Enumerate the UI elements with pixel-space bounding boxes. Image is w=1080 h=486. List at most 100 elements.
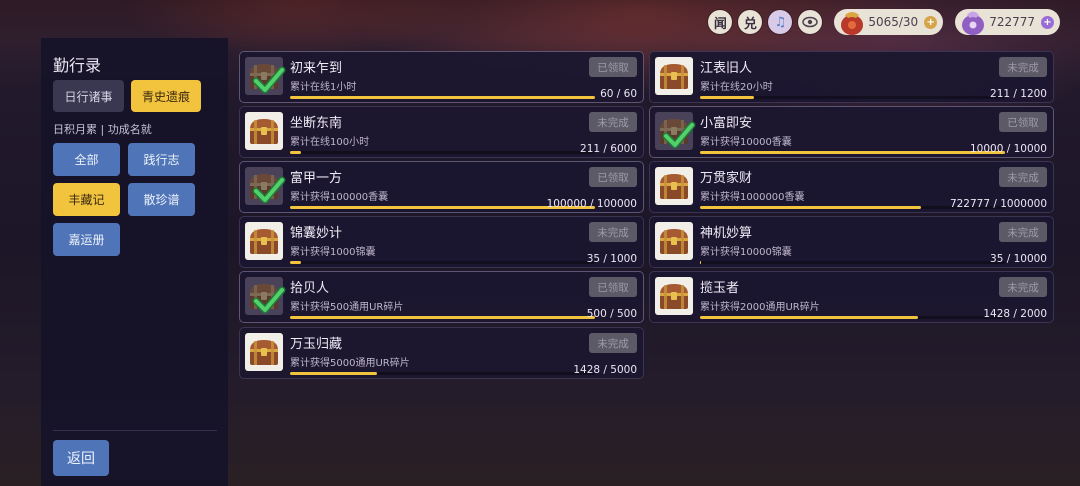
tab-daily[interactable]: 日行诸事 [53, 80, 124, 112]
panel-subtitle: 日积月累 | 功成名就 [53, 123, 152, 136]
progress-bar [290, 151, 595, 154]
progress-count: 35 / 10000 [990, 253, 1047, 265]
purse-icon [962, 11, 985, 35]
progress-bar [290, 96, 595, 99]
progress-fill [290, 372, 378, 375]
status-badge: 未完成 [999, 57, 1047, 77]
purse-count: 722777 [989, 15, 1035, 29]
progress-count: 60 / 60 [600, 88, 637, 100]
chest-icon [655, 57, 693, 95]
checkmark-icon [249, 59, 286, 94]
chest-icon [655, 222, 693, 260]
chest-icon [655, 277, 693, 315]
progress-bar [700, 96, 1005, 99]
chest-icon [655, 167, 693, 205]
category-fortune[interactable]: 嘉运册 [53, 223, 120, 256]
music-icon[interactable]: ♫ [768, 10, 793, 34]
redeem-button[interactable]: 兑 [738, 10, 763, 34]
progress-fill [290, 96, 595, 99]
progress-count: 1428 / 2000 [983, 308, 1047, 320]
progress-count: 100000 / 100000 [546, 198, 637, 210]
status-badge: 未完成 [589, 222, 637, 242]
category-practice[interactable]: 践行志 [128, 143, 195, 176]
achievement-card[interactable]: 神机妙算累计获得10000锦囊 未完成 35 / 10000 [649, 216, 1054, 268]
panel-title: 勤行录 [53, 56, 102, 75]
chest-icon [245, 277, 286, 315]
currency-sachet: 5065/30 + [834, 9, 944, 35]
achievement-card[interactable]: 揽玉者 累计获得2000通用UR碎片 未完成 1428 / 2000 [649, 271, 1054, 323]
achievement-card[interactable]: 万贯家财 累计获得1000000香囊 未完成 722777 / 1000000 [649, 161, 1054, 213]
news-button[interactable]: 闻 [708, 10, 733, 34]
progress-count: 211 / 1200 [990, 88, 1047, 100]
achievement-desc: 累计获得1000锦囊 [290, 247, 376, 258]
category-treasure[interactable]: 丰藏记 [53, 183, 120, 216]
achievement-card[interactable]: 拾贝人累计获得500通用UR碎片 已领取 500 / 500 [239, 271, 644, 323]
progress-fill [700, 96, 754, 99]
progress-fill [290, 151, 301, 154]
progress-bar [290, 316, 595, 319]
achievement-title: 锦囊妙计 [290, 226, 343, 241]
progress-fill [700, 206, 921, 209]
achievement-title: 神机妙算 [700, 226, 753, 241]
progress-bar [290, 261, 595, 264]
achievement-card[interactable]: 江表旧人 累计在线20小时 未完成 211 / 1200 [649, 51, 1054, 103]
achievement-desc: 累计在线1小时 [290, 82, 357, 93]
achievement-card[interactable]: 锦囊妙计 累计获得1000锦囊 未完成 35 / 1000 [239, 216, 644, 268]
status-badge: 未完成 [999, 167, 1047, 187]
progress-count: 722777 / 1000000 [949, 198, 1047, 210]
achievement-title: 万玉归藏 [290, 337, 343, 352]
tab-history[interactable]: 青史遗痕 [131, 80, 201, 112]
chest-icon [245, 222, 283, 260]
progress-fill [700, 261, 702, 264]
achievement-card[interactable]: 初来乍到 累计在线1小时 已领取 60 / 60 [239, 51, 644, 103]
category-all[interactable]: 全部 [53, 143, 120, 176]
achievement-card[interactable]: 万玉归藏累计获得5000通用UR碎片 未完成 1428 / 5000 [239, 327, 644, 379]
add-purse-button[interactable]: + [1041, 15, 1054, 29]
progress-bar [700, 151, 1005, 154]
achievement-desc: 累计获得5000通用UR碎片 [290, 358, 410, 369]
status-badge: 已领取 [999, 112, 1047, 132]
chest-icon [245, 57, 286, 95]
progress-fill [700, 316, 918, 319]
status-badge: 未完成 [999, 277, 1047, 297]
status-badge: 未完成 [589, 333, 637, 353]
sachet-count: 5065/30 [868, 15, 919, 29]
eye-icon[interactable] [798, 10, 823, 34]
progress-fill [700, 151, 1005, 154]
category-scattered[interactable]: 散珍谱 [128, 183, 195, 216]
achievement-card[interactable]: 坐断东南 累计在线100小时 未完成 211 / 6000 [239, 106, 644, 158]
status-badge: 未完成 [999, 222, 1047, 242]
back-button[interactable]: 返回 [53, 440, 109, 476]
achievement-desc: 累计在线100小时 [290, 137, 370, 148]
currency-purse: 722777 + [955, 9, 1060, 35]
achievement-desc: 累计获得10000香囊 [700, 137, 792, 148]
top-bar: 闻 兑 ♫ 5065/30 + 722777 + [708, 8, 1060, 36]
achievement-card[interactable]: 小富即安累计获得10000香囊 已领取 10000 / 10000 [649, 106, 1054, 158]
achievement-title: 坐断东南 [290, 116, 343, 131]
chest-icon [245, 167, 286, 205]
achievement-card[interactable]: 富甲一方 累计获得100000香囊 已领取 100000 / 100000 [239, 161, 644, 213]
achievement-desc: 累计获得1000000香囊 [700, 192, 805, 203]
status-badge: 未完成 [589, 112, 637, 132]
chest-icon [245, 112, 283, 150]
achievement-title: 小富即安 [700, 116, 753, 131]
achievement-title: 拾贝人 [290, 281, 330, 296]
achievement-desc: 累计获得500通用UR碎片 [290, 302, 404, 313]
progress-fill [290, 261, 301, 264]
progress-count: 500 / 500 [586, 308, 637, 320]
progress-bar [700, 316, 1005, 319]
status-badge: 已领取 [589, 277, 637, 297]
progress-bar [700, 261, 1005, 264]
add-sachet-button[interactable]: + [924, 15, 938, 29]
achievement-title: 江表旧人 [700, 61, 753, 76]
left-panel: 勤行录 日行诸事 青史遗痕 日积月累 | 功成名就 全部 践行志 丰藏记 散珍谱… [41, 38, 228, 486]
achievement-title: 富甲一方 [290, 171, 343, 186]
checkmark-icon [249, 169, 286, 204]
achievement-desc: 累计获得2000通用UR碎片 [700, 302, 820, 313]
checkmark-icon [249, 279, 286, 314]
progress-count: 10000 / 10000 [969, 143, 1047, 155]
achievement-desc: 累计获得10000锦囊 [700, 247, 792, 258]
chest-icon [245, 333, 283, 371]
divider [53, 430, 217, 431]
progress-count: 1428 / 5000 [573, 364, 637, 376]
